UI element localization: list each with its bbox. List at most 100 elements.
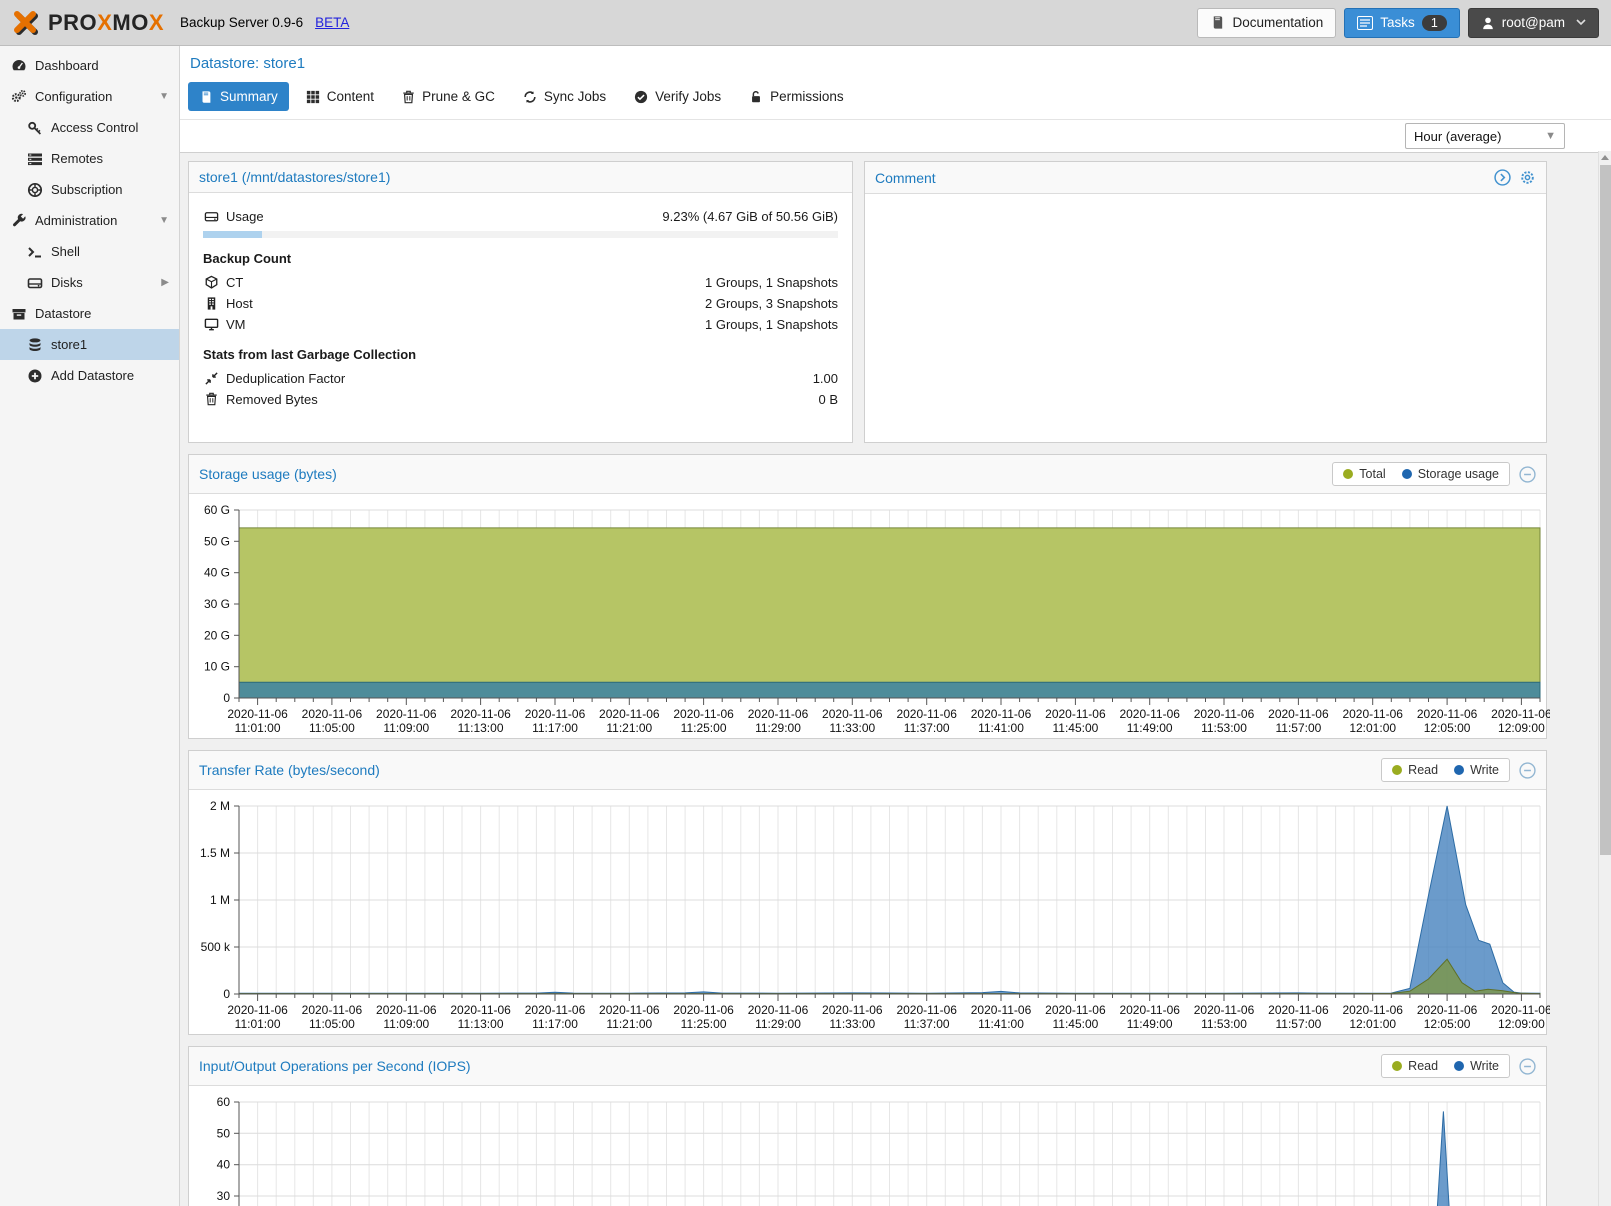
sidebar-item-administration[interactable]: Administration ▼ [0, 205, 179, 236]
sync-icon [523, 90, 537, 104]
svg-text:2020-11-06: 2020-11-06 [1491, 707, 1550, 721]
tab-permissions[interactable]: Permissions [738, 82, 855, 111]
wrench-icon [10, 213, 27, 229]
usage-value: 9.23% (4.67 GiB of 50.56 GiB) [662, 209, 838, 224]
vertical-scrollbar [1598, 151, 1611, 1206]
usage-label: Usage [226, 209, 264, 224]
task-list-icon [1357, 16, 1373, 30]
gc-stats-title: Stats from last Garbage Collection [203, 347, 838, 362]
sidebar-item-label: store1 [51, 337, 87, 352]
gc-row-label: Removed Bytes [226, 392, 318, 407]
svg-text:2020-11-06: 2020-11-06 [748, 707, 809, 721]
trash-icon [402, 90, 415, 104]
backup-row-label: VM [226, 317, 246, 332]
svg-text:11:29:00: 11:29:00 [755, 1017, 801, 1031]
comment-settings-gear-icon[interactable] [1519, 169, 1536, 186]
sidebar-item-label: Subscription [51, 182, 123, 197]
chart-legend: Read Write [1381, 1054, 1510, 1078]
chart-range-toolbar: Hour (average) ▼ [180, 119, 1611, 153]
sidebar-item-store1[interactable]: store1 [0, 329, 179, 360]
svg-text:2020-11-06: 2020-11-06 [450, 1003, 511, 1017]
svg-text:30 G: 30 G [204, 597, 230, 611]
tab-summary[interactable]: Summary [188, 82, 289, 111]
svg-text:50: 50 [217, 1126, 231, 1140]
svg-text:12:05:00: 12:05:00 [1424, 721, 1471, 735]
svg-text:11:41:00: 11:41:00 [978, 1017, 1024, 1031]
tab-content[interactable]: Content [295, 82, 385, 111]
svg-text:11:53:00: 11:53:00 [1201, 721, 1247, 735]
scrollbar-thumb[interactable] [1600, 165, 1611, 855]
legend-item-read[interactable]: Read [1392, 763, 1438, 777]
cube-icon [203, 275, 220, 290]
tab-sync-jobs[interactable]: Sync Jobs [512, 82, 617, 111]
svg-text:11:13:00: 11:13:00 [458, 1017, 504, 1031]
tab-prune-gc[interactable]: Prune & GC [391, 82, 506, 111]
backup-row-value: 1 Groups, 1 Snapshots [705, 317, 838, 332]
legend-item-total[interactable]: Total [1343, 467, 1385, 481]
sidebar-item-disks[interactable]: Disks ▶ [0, 267, 179, 298]
tab-label: Verify Jobs [655, 89, 721, 104]
svg-text:11:45:00: 11:45:00 [1052, 1017, 1098, 1031]
sidebar-item-dashboard[interactable]: Dashboard [0, 50, 179, 81]
legend-item-read[interactable]: Read [1392, 1059, 1438, 1073]
svg-text:2020-11-06: 2020-11-06 [1417, 1003, 1478, 1017]
time-range-select[interactable]: Hour (average) ▼ [1405, 123, 1565, 149]
comment-text[interactable] [865, 194, 1546, 442]
transfer-rate-panel: Transfer Rate (bytes/second) Read Write … [188, 750, 1547, 1035]
svg-text:11:33:00: 11:33:00 [829, 721, 875, 735]
legend-item-write[interactable]: Write [1454, 763, 1499, 777]
legend-item-write[interactable]: Write [1454, 1059, 1499, 1073]
svg-text:2020-11-06: 2020-11-06 [822, 707, 883, 721]
collapse-panel-button[interactable] [1519, 762, 1536, 779]
gears-icon [10, 89, 27, 105]
archive-box-icon [10, 306, 27, 322]
svg-text:2020-11-06: 2020-11-06 [376, 1003, 437, 1017]
apply-comment-button[interactable] [1494, 169, 1511, 186]
svg-text:11:09:00: 11:09:00 [383, 1017, 429, 1031]
scrollbar-up-arrow[interactable] [1599, 151, 1611, 164]
sidebar-item-subscription[interactable]: Subscription [0, 174, 179, 205]
svg-text:2020-11-06: 2020-11-06 [450, 707, 511, 721]
sidebar-item-configuration[interactable]: Configuration ▼ [0, 81, 179, 112]
svg-text:11:49:00: 11:49:00 [1127, 1017, 1173, 1031]
grid-icon [306, 90, 320, 104]
sidebar-item-shell[interactable]: Shell [0, 236, 179, 267]
legend-dot [1343, 469, 1353, 479]
sidebar-item-access-control[interactable]: Access Control [0, 112, 179, 143]
hdd-icon [203, 209, 220, 224]
svg-text:2020-11-06: 2020-11-06 [1491, 1003, 1550, 1017]
sidebar-item-add-datastore[interactable]: Add Datastore [0, 360, 179, 391]
svg-text:11:57:00: 11:57:00 [1275, 721, 1321, 735]
storage-usage-panel: Storage usage (bytes) Total Storage usag… [188, 454, 1547, 739]
legend-item-storage-usage[interactable]: Storage usage [1402, 467, 1499, 481]
usage-progressbar [203, 231, 838, 238]
hdd-icon [26, 275, 43, 291]
svg-text:2020-11-06: 2020-11-06 [525, 707, 586, 721]
svg-text:30: 30 [217, 1189, 231, 1203]
proxmox-x-icon [12, 8, 42, 38]
svg-text:0: 0 [223, 691, 230, 705]
collapse-panel-button[interactable] [1519, 466, 1536, 483]
sidebar-item-datastore[interactable]: Datastore [0, 298, 179, 329]
tasks-button[interactable]: Tasks 1 [1344, 8, 1459, 38]
gc-row-label: Deduplication Factor [226, 371, 345, 386]
collapse-panel-button[interactable] [1519, 1058, 1536, 1075]
storage-usage-chart: 010 G20 G30 G40 G50 G60 G2020-11-0611:01… [189, 494, 1546, 738]
svg-text:11:01:00: 11:01:00 [235, 721, 281, 735]
tab-label: Permissions [770, 89, 844, 104]
book-icon [1210, 15, 1225, 30]
beta-link[interactable]: BETA [315, 15, 349, 30]
user-menu-button[interactable]: root@pam [1468, 8, 1599, 38]
svg-text:2020-11-06: 2020-11-06 [302, 1003, 363, 1017]
documentation-button[interactable]: Documentation [1197, 8, 1336, 38]
svg-text:2020-11-06: 2020-11-06 [1268, 707, 1329, 721]
tab-verify-jobs[interactable]: Verify Jobs [623, 82, 732, 111]
svg-text:12:01:00: 12:01:00 [1349, 721, 1396, 735]
sidebar-item-remotes[interactable]: Remotes [0, 143, 179, 174]
svg-text:2020-11-06: 2020-11-06 [896, 1003, 957, 1017]
datastore-panel-title: store1 (/mnt/datastores/store1) [189, 162, 852, 193]
svg-text:11:41:00: 11:41:00 [978, 721, 1024, 735]
top-bar: PROXMOX Backup Server 0.9-6 BETA Documen… [0, 0, 1611, 46]
chart-legend: Total Storage usage [1332, 462, 1510, 486]
main-area: Datastore: store1 Summary Content Prune … [180, 46, 1611, 1206]
